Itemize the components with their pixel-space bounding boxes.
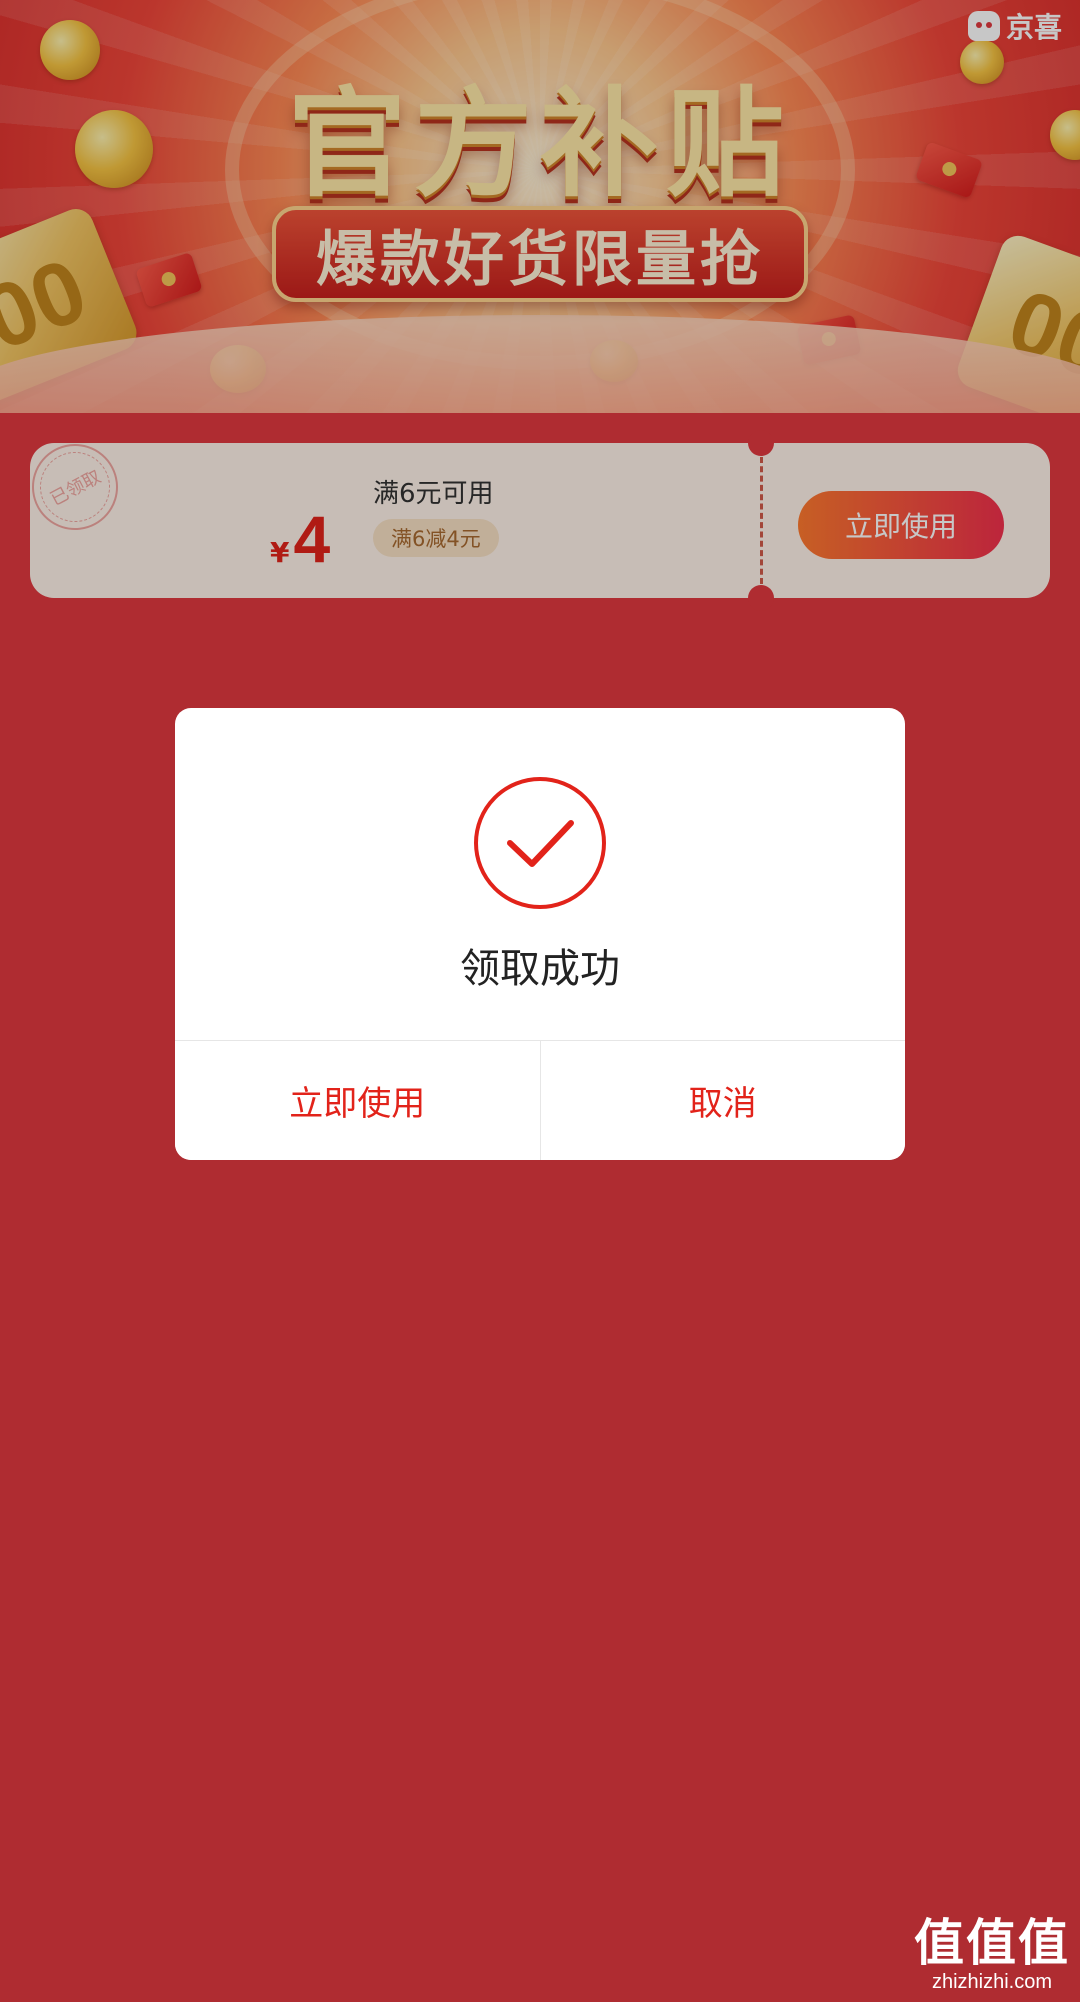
- watermark-url: zhizhizhi.com: [931, 1971, 1053, 1993]
- watermark-logo: 值值值: [914, 1914, 1070, 1972]
- check-circle-icon: [474, 777, 606, 909]
- dialog-actions: 立即使用 取消: [175, 1040, 905, 1160]
- dialog-cancel-button[interactable]: 取消: [540, 1041, 905, 1160]
- watermark: 值值值 zhizhizhi.com: [914, 1916, 1070, 1994]
- dialog-message: 领取成功: [460, 946, 620, 992]
- success-dialog: 领取成功 立即使用 取消: [175, 708, 905, 1160]
- dialog-use-now-button[interactable]: 立即使用: [175, 1041, 541, 1160]
